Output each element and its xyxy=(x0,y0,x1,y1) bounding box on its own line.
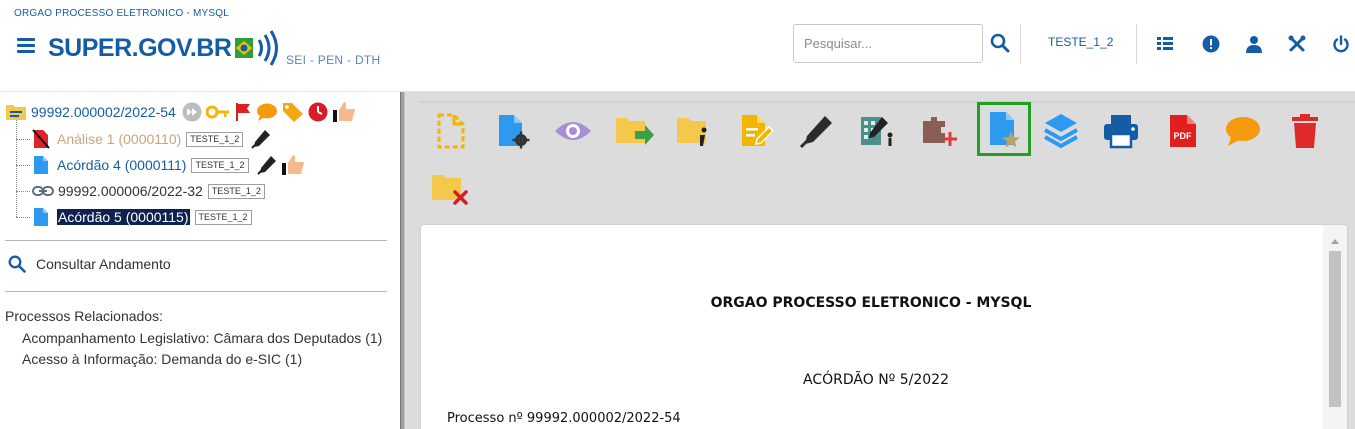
tree-item-document[interactable]: Acórdão 4 (0000111) TESTE_1_2 xyxy=(32,154,305,176)
org-name: ORGAO PROCESSO ELETRONICO - MYSQL xyxy=(14,8,229,19)
related-process-item[interactable]: Acesso à Informação: Demanda do e-SIC (1… xyxy=(22,351,302,367)
search-input[interactable] xyxy=(793,24,983,63)
tree-connector xyxy=(16,191,30,192)
logo-signal-icon xyxy=(235,30,279,66)
tree-connector xyxy=(16,165,30,166)
deadline-clock-icon[interactable] xyxy=(308,102,328,122)
thumbs-up-icon[interactable] xyxy=(281,154,305,176)
consult-progress-label[interactable]: Consultar Andamento xyxy=(36,256,171,272)
tag-icon[interactable] xyxy=(282,102,304,122)
process-info-icon[interactable] xyxy=(675,111,715,151)
unit-tag: TESTE_1_2 xyxy=(207,183,265,199)
root-process-number[interactable]: 99992.000002/2022-54 xyxy=(31,104,176,120)
tree-connector xyxy=(16,217,30,218)
user-unit-selector[interactable]: TESTE_1_2 xyxy=(1048,35,1113,49)
user-icon[interactable] xyxy=(1245,35,1265,55)
thumbs-up-icon[interactable] xyxy=(332,101,356,123)
unit-tag: TESTE_1_2 xyxy=(186,131,244,147)
tree-item-label[interactable]: Acórdão 4 (0000111) xyxy=(57,157,186,173)
tree-item-linked-process[interactable]: 99992.000006/2022-32 TESTE_1_2 xyxy=(32,180,265,202)
header-separator xyxy=(1020,24,1021,64)
menu-icon[interactable] xyxy=(17,38,35,56)
logo-text-super: SUPER xyxy=(48,33,132,62)
power-icon[interactable] xyxy=(1332,35,1352,55)
new-document-icon[interactable] xyxy=(431,111,471,151)
system-name: SEI - PEN - DTH xyxy=(286,53,381,67)
unit-tag: TESTE_1_2 xyxy=(194,209,252,225)
document-canceled-icon xyxy=(32,129,50,149)
add-to-block-icon[interactable] xyxy=(919,111,959,151)
document-scrollbar[interactable] xyxy=(1323,225,1347,429)
play-forward-icon[interactable] xyxy=(182,102,202,122)
unit-tag: TESTE_1_2 xyxy=(191,157,249,173)
edit-document-icon[interactable] xyxy=(737,111,777,151)
key-icon[interactable] xyxy=(205,104,230,120)
delete-icon[interactable] xyxy=(1285,111,1325,151)
pdf-icon-label: PDF xyxy=(1174,131,1193,141)
tree-item-document[interactable]: Análise 1 (0000110) TESTE_1_2 xyxy=(32,128,271,150)
logo[interactable]: SUPER .GOV.BR xyxy=(48,28,283,68)
alert-icon[interactable] xyxy=(1202,35,1222,55)
pdf-icon[interactable]: PDF xyxy=(1163,111,1203,151)
print-icon[interactable] xyxy=(1101,111,1141,151)
process-tree-panel: 99992.000002/2022-54 Análise 1 (0000110)… xyxy=(0,92,400,429)
tools-icon[interactable] xyxy=(1288,35,1308,55)
cancel-process-icon[interactable] xyxy=(431,168,471,208)
header-separator xyxy=(1136,24,1137,64)
sign-pen-icon[interactable] xyxy=(256,155,277,175)
document-viewer: ORGAO PROCESSO ELETRONICO - MYSQL ACÓRDÃ… xyxy=(421,225,1347,429)
tree-root-process[interactable]: 99992.000002/2022-54 xyxy=(5,101,356,123)
top-header: ORGAO PROCESSO ELETRONICO - MYSQL SUPER … xyxy=(0,0,1355,92)
scrollbar-thumb[interactable] xyxy=(1329,251,1341,407)
scroll-up-arrow[interactable] xyxy=(1331,239,1339,244)
search-icon xyxy=(8,255,26,273)
toolbar-separator xyxy=(421,101,1355,103)
folder-open-icon xyxy=(6,105,26,120)
block-sign-icon[interactable] xyxy=(857,111,897,151)
consult-progress-link[interactable]: Consultar Andamento xyxy=(8,255,171,273)
document-settings-icon[interactable] xyxy=(493,111,533,151)
tree-connector xyxy=(16,139,30,140)
search-icon[interactable] xyxy=(990,33,1010,55)
related-processes-title: Processos Relacionados: xyxy=(5,308,163,324)
document-icon xyxy=(34,208,48,226)
tree-item-label[interactable]: Análise 1 (0000110) xyxy=(57,131,181,147)
tree-item-document-selected[interactable]: Acórdão 5 (0000115) TESTE_1_2 xyxy=(32,206,252,228)
divider xyxy=(5,291,387,292)
layers-icon[interactable] xyxy=(1041,111,1081,151)
send-process-icon[interactable] xyxy=(615,111,655,151)
view-icon[interactable] xyxy=(553,111,593,151)
sign-icon[interactable] xyxy=(797,111,837,151)
tree-item-label[interactable]: Acórdão 5 (0000115) xyxy=(57,209,190,225)
tree-item-label[interactable]: 99992.000006/2022-32 xyxy=(58,183,203,199)
document-panel: PDF ORGAO PROCESSO ELETRONICO - MYSQL AC… xyxy=(405,92,1355,429)
document-title: ORGAO PROCESSO ELETRONICO - MYSQL xyxy=(710,295,1032,311)
logo-text-govbr: .GOV.BR xyxy=(131,33,232,62)
document-icon xyxy=(34,156,48,174)
document-subtitle: ACÓRDÃO Nº 5/2022 xyxy=(803,372,949,388)
favorite-document-icon[interactable] xyxy=(977,102,1031,156)
grid-list-icon[interactable] xyxy=(1156,35,1176,55)
related-process-item[interactable]: Acompanhamento Legislativo: Câmara dos D… xyxy=(22,330,382,346)
document-process-line: Processo nº 99992.000002/2022-54 xyxy=(447,411,681,426)
comment-icon[interactable] xyxy=(1223,111,1263,151)
sign-pen-icon[interactable] xyxy=(251,129,271,149)
comment-icon[interactable] xyxy=(256,102,278,122)
link-icon xyxy=(32,186,54,196)
divider xyxy=(5,240,387,241)
flag-icon[interactable] xyxy=(234,102,252,122)
